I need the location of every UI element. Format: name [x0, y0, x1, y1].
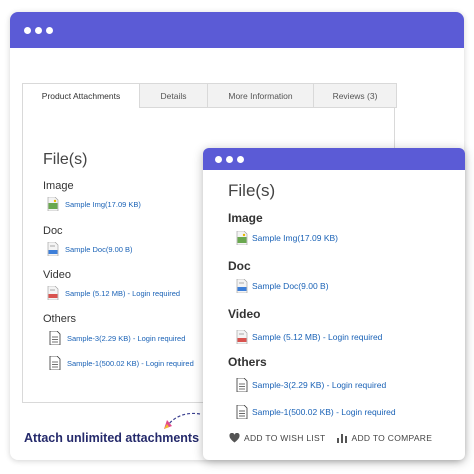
file-row-video[interactable]: Sample (5.12 MB) - Login required	[47, 285, 180, 301]
add-to-wishlist-button[interactable]: ADD TO WISH LIST	[229, 433, 325, 443]
add-to-compare-button[interactable]: ADD TO COMPARE	[337, 433, 432, 443]
category-others: Others	[228, 355, 267, 369]
file-link[interactable]: Sample Doc(9.00 B)	[252, 281, 329, 291]
category-image: Image	[228, 211, 263, 225]
tab-product-attachments[interactable]: Product Attachments	[22, 83, 140, 108]
bar-chart-icon	[337, 434, 348, 443]
file-row-doc[interactable]: Sample Doc(9.00 B)	[236, 278, 329, 294]
file-row-other[interactable]: Sample-1(500.02 KB) - Login required	[49, 355, 194, 371]
file-link[interactable]: Sample (5.12 MB) - Login required	[252, 332, 382, 342]
tab-bar: Product Attachments Details More Informa…	[22, 83, 454, 108]
document-icon	[49, 330, 61, 346]
image-file-icon	[236, 230, 248, 246]
product-actions: ADD TO WISH LIST ADD TO COMPARE	[229, 433, 432, 443]
document-icon	[236, 404, 248, 420]
files-heading: File(s)	[228, 181, 276, 200]
file-link[interactable]: Sample (5.12 MB) - Login required	[65, 289, 180, 298]
tab-more-information[interactable]: More Information	[207, 83, 314, 108]
window-dot[interactable]	[35, 26, 42, 34]
category-image: Image	[43, 180, 74, 192]
file-row-image[interactable]: Sample Img(17.09 KB)	[236, 230, 338, 246]
window-controls	[215, 155, 244, 163]
file-link[interactable]: Sample-3(2.29 KB) - Login required	[252, 380, 386, 390]
promo-caption: Attach unlimited attachments	[24, 431, 200, 445]
window-dot[interactable]	[46, 26, 53, 34]
document-icon	[49, 355, 61, 371]
files-heading: File(s)	[43, 151, 88, 168]
image-file-icon	[47, 196, 59, 212]
doc-file-icon	[236, 278, 248, 294]
category-doc: Doc	[228, 259, 251, 273]
file-row-other[interactable]: Sample-3(2.29 KB) - Login required	[49, 330, 185, 346]
window-dot[interactable]	[226, 155, 233, 163]
wishlist-label: ADD TO WISH LIST	[244, 433, 326, 443]
file-row-doc[interactable]: Sample Doc(9.00 B)	[47, 241, 133, 257]
file-link[interactable]: Sample Img(17.09 KB)	[252, 233, 338, 243]
window-dot[interactable]	[237, 155, 244, 163]
file-link[interactable]: Sample Img(17.09 KB)	[65, 200, 141, 209]
category-video: Video	[43, 269, 71, 281]
file-link[interactable]: Sample-1(500.02 KB) - Login required	[252, 407, 396, 417]
tab-details[interactable]: Details	[139, 83, 208, 108]
file-row-video[interactable]: Sample (5.12 MB) - Login required	[236, 329, 382, 345]
back-window-titlebar	[10, 12, 464, 48]
tab-reviews[interactable]: Reviews (3)	[313, 83, 397, 108]
compare-label: ADD TO COMPARE	[351, 433, 433, 443]
video-file-icon	[236, 329, 248, 345]
file-row-image[interactable]: Sample Img(17.09 KB)	[47, 196, 141, 212]
file-row-other[interactable]: Sample-1(500.02 KB) - Login required	[236, 404, 396, 420]
window-dot[interactable]	[215, 155, 222, 163]
video-file-icon	[47, 285, 59, 301]
heart-icon	[229, 433, 240, 443]
file-link[interactable]: Sample-1(500.02 KB) - Login required	[67, 359, 194, 368]
file-link[interactable]: Sample Doc(9.00 B)	[65, 245, 133, 254]
curved-arrow-icon	[164, 412, 201, 429]
category-video: Video	[228, 307, 261, 321]
front-window: File(s) Image Sample Img(17.09 KB) Doc S…	[203, 148, 465, 460]
file-row-other[interactable]: Sample-3(2.29 KB) - Login required	[236, 377, 386, 393]
category-doc: Doc	[43, 225, 63, 237]
window-dot[interactable]	[24, 26, 31, 34]
doc-file-icon	[47, 241, 59, 257]
document-icon	[236, 377, 248, 393]
category-others: Others	[43, 313, 77, 325]
window-controls	[24, 26, 53, 34]
file-link[interactable]: Sample-3(2.29 KB) - Login required	[67, 334, 185, 343]
front-window-titlebar	[203, 148, 465, 170]
